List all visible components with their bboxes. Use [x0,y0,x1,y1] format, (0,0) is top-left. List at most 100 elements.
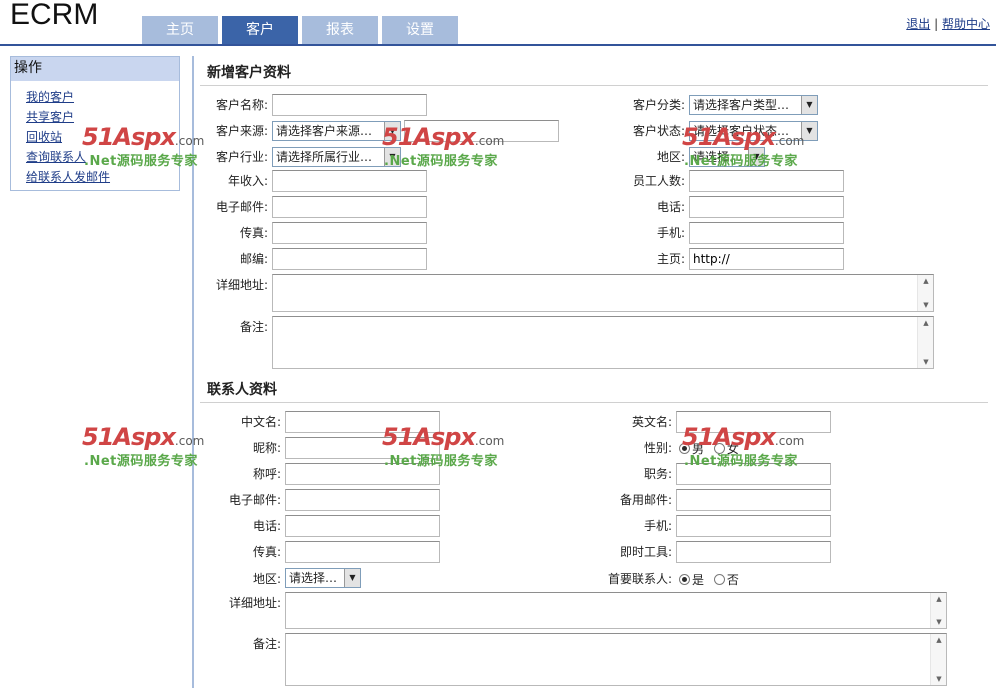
customer-source-label: 客户来源: [215,124,268,138]
position-input[interactable] [676,463,831,485]
customer-fax-input[interactable] [272,222,427,244]
gender-male-radio[interactable] [679,443,690,454]
contact-region-select[interactable]: 请选择… ▼ [285,568,361,588]
chevron-down-icon: ▼ [801,122,817,140]
content-divider [192,56,194,688]
gender-female-label: 女 [726,442,739,456]
backup-email-input[interactable] [676,489,831,511]
contact-address-textarea[interactable]: ▲ ▼ [285,592,947,629]
customer-name-input[interactable] [272,94,427,116]
contact-address-label: 详细地址: [228,596,281,610]
contact-phone-label: 电话: [252,519,281,533]
sidebar-item-shared-customers[interactable]: 共享客户 [26,110,74,124]
tab-reports[interactable]: 报表 [302,16,378,44]
gender-female-radio[interactable] [713,443,725,454]
scrollbar[interactable]: ▲ ▼ [917,275,933,311]
contact-section-title: 联系人资料 [207,382,277,398]
primary-yes-radio[interactable] [679,574,690,585]
cn-name-input[interactable] [285,411,440,433]
nickname-input[interactable] [285,437,440,459]
section-divider [200,402,988,403]
contact-email-label: 电子邮件: [228,493,281,507]
homepage-input[interactable] [689,248,844,270]
scroll-down-icon[interactable]: ▼ [918,301,934,309]
scrollbar[interactable]: ▲ ▼ [917,317,933,368]
tab-settings[interactable]: 设置 [382,16,458,44]
sidebar-item-my-customers[interactable]: 我的客户 [26,90,74,104]
customer-phone-input[interactable] [689,196,844,218]
scroll-down-icon[interactable]: ▼ [931,618,947,626]
contact-remark-textarea[interactable]: ▲ ▼ [285,633,947,686]
tab-home[interactable]: 主页 [142,16,218,44]
contact-mobile-input[interactable] [676,515,831,537]
zip-code-input[interactable] [272,248,427,270]
customer-phone-label: 电话: [656,200,685,214]
sidebar-item-recycle-bin[interactable]: 回收站 [26,130,62,144]
customer-email-label: 电子邮件: [215,200,268,214]
scroll-up-icon[interactable]: ▲ [918,277,934,285]
chevron-down-icon: ▼ [384,148,400,166]
customer-status-label: 客户状态: [632,124,685,138]
primary-contact-radio-group: 是 否 [679,571,739,588]
tab-customer[interactable]: 客户 [222,16,298,44]
customer-section-title: 新增客户资料 [207,65,291,81]
homepage-label: 主页: [656,252,685,266]
customer-mobile-input[interactable] [689,222,844,244]
customer-region-value: 请选择… [693,150,742,164]
customer-email-input[interactable] [272,196,427,218]
en-name-input[interactable] [676,411,831,433]
contact-email-input[interactable] [285,489,440,511]
customer-status-value: 请选择客户状态… [693,124,790,138]
nickname-label: 昵称: [252,441,281,455]
chevron-down-icon: ▼ [748,148,764,166]
contact-phone-input[interactable] [285,515,440,537]
chevron-down-icon: ▼ [801,96,817,114]
salutation-label: 称呼: [252,467,281,481]
scroll-down-icon[interactable]: ▼ [931,675,947,683]
customer-source-value: 请选择客户来源… [276,124,373,138]
primary-no-radio[interactable] [713,574,725,585]
scroll-up-icon[interactable]: ▲ [931,595,947,603]
customer-region-select[interactable]: 请选择… ▼ [689,147,765,167]
customer-category-select[interactable]: 请选择客户类型… ▼ [689,95,818,115]
chevron-down-icon: ▼ [344,569,360,587]
gender-label: 性别: [643,441,672,455]
contact-remark-label: 备注: [252,637,281,651]
contact-region-value: 请选择… [289,571,338,585]
scrollbar[interactable]: ▲ ▼ [930,593,946,628]
sidebar-item-email-contacts[interactable]: 给联系人发邮件 [26,170,110,184]
cn-name-label: 中文名: [240,415,281,429]
sidebar: 操作 我的客户 共享客户 回收站 查询联系人 给联系人发邮件 [10,56,180,191]
im-label: 即时工具: [619,545,672,559]
customer-remark-textarea[interactable]: ▲ ▼ [272,316,934,369]
salutation-input[interactable] [285,463,440,485]
watermark-brand: 51Aspx [82,423,176,451]
im-input[interactable] [676,541,831,563]
scroll-down-icon[interactable]: ▼ [918,358,934,366]
section-divider [200,85,988,86]
customer-status-select[interactable]: 请选择客户状态… ▼ [689,121,818,141]
customer-fax-label: 传真: [239,226,268,240]
position-label: 职务: [643,467,672,481]
chevron-down-icon: ▼ [384,122,400,140]
link-separator: | [934,17,939,31]
customer-source-other-input[interactable] [404,120,559,142]
customer-category-label: 客户分类: [632,98,685,112]
scroll-up-icon[interactable]: ▲ [918,319,934,327]
header-divider [0,44,996,46]
customer-address-textarea[interactable]: ▲ ▼ [272,274,934,312]
customer-industry-select[interactable]: 请选择所属行业… ▼ [272,147,401,167]
scroll-up-icon[interactable]: ▲ [931,636,947,644]
customer-mobile-label: 手机: [656,226,685,240]
watermark-slogan: .Net源码服务专家 [384,154,498,169]
employee-count-input[interactable] [689,170,844,192]
customer-source-select[interactable]: 请选择客户来源… ▼ [272,121,401,141]
logout-link[interactable]: 退出 [906,17,930,31]
scrollbar[interactable]: ▲ ▼ [930,634,946,685]
help-link[interactable]: 帮助中心 [942,17,990,31]
contact-fax-input[interactable] [285,541,440,563]
annual-income-input[interactable] [272,170,427,192]
backup-email-label: 备用邮件: [619,493,672,507]
sidebar-item-search-contacts[interactable]: 查询联系人 [26,150,86,164]
contact-fax-label: 传真: [252,545,281,559]
